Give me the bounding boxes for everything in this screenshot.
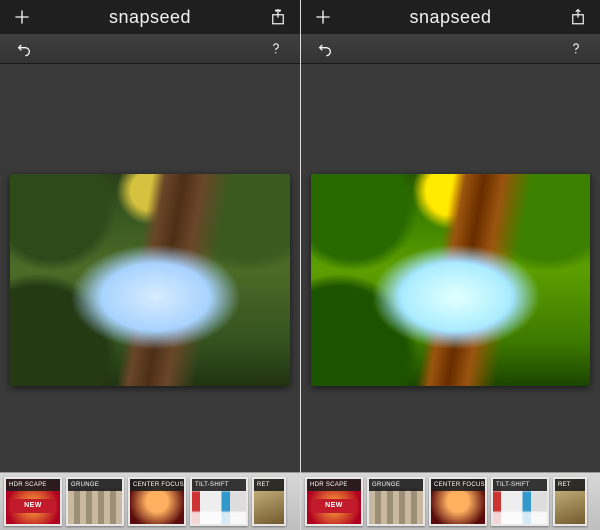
add-button[interactable]: [10, 5, 34, 29]
canvas-area[interactable]: [0, 64, 300, 530]
undo-icon: [14, 41, 34, 57]
edited-photo[interactable]: [10, 174, 290, 386]
filter-label: CENTER FOCUS: [431, 479, 485, 491]
undo-icon: [315, 41, 335, 57]
undo-button[interactable]: [313, 37, 337, 61]
filter-label: RET: [254, 479, 284, 491]
second-bar: [301, 34, 600, 64]
filter-strip[interactable]: HDR SCAPE NEW GRUNGE CENTER FOCUS TILT-SHIFT…: [301, 472, 600, 530]
filter-label: TILT-SHIFT: [192, 479, 246, 491]
share-icon: [269, 8, 287, 26]
filter-label: HDR SCAPE: [307, 479, 361, 491]
second-bar: [0, 34, 300, 64]
help-icon: [269, 40, 283, 58]
canvas-area[interactable]: [301, 64, 600, 530]
help-button[interactable]: [264, 37, 288, 61]
top-bar: snapseed: [0, 0, 300, 34]
filter-label: RET: [555, 479, 585, 491]
filter-strip[interactable]: HDR SCAPE NEW GRUNGE CENTER FOCUS TILT-SHIFT…: [0, 472, 300, 530]
help-icon: [569, 40, 583, 58]
pane-right: snapseed HDR SCAPE NEW GRUNGE CENTER FOCUS T…: [300, 0, 600, 530]
filter-label: CENTER FOCUS: [130, 479, 184, 491]
new-badge: NEW: [311, 499, 357, 513]
plus-icon: [313, 7, 333, 27]
filter-label: GRUNGE: [68, 479, 122, 491]
undo-button[interactable]: [12, 37, 36, 61]
filter-tile-retro[interactable]: RET: [252, 477, 286, 526]
filter-tile-tilt[interactable]: TILT-SHIFT: [491, 477, 549, 526]
filter-tile-retro[interactable]: RET: [553, 477, 587, 526]
filter-tile-center[interactable]: CENTER FOCUS: [429, 477, 487, 526]
new-badge: NEW: [10, 499, 56, 513]
filter-tile-hdr[interactable]: HDR SCAPE NEW: [4, 477, 62, 526]
filter-tile-grunge[interactable]: GRUNGE: [367, 477, 425, 526]
pane-left: snapseed HDR SCAPE NEW GRUNGE CENTER FOCUS T…: [0, 0, 300, 530]
edited-photo[interactable]: [311, 174, 590, 386]
plus-icon: [12, 7, 32, 27]
app-title: snapseed: [34, 7, 266, 28]
filter-tile-hdr[interactable]: HDR SCAPE NEW: [305, 477, 363, 526]
share-button[interactable]: [566, 5, 590, 29]
top-bar: snapseed: [301, 0, 600, 34]
share-button[interactable]: [266, 5, 290, 29]
help-button[interactable]: [564, 37, 588, 61]
filter-label: HDR SCAPE: [6, 479, 60, 491]
add-button[interactable]: [311, 5, 335, 29]
app-title: snapseed: [335, 7, 566, 28]
filter-label: GRUNGE: [369, 479, 423, 491]
filter-tile-tilt[interactable]: TILT-SHIFT: [190, 477, 248, 526]
filter-tile-center[interactable]: CENTER FOCUS: [128, 477, 186, 526]
share-icon: [569, 8, 587, 26]
filter-label: TILT-SHIFT: [493, 479, 547, 491]
filter-tile-grunge[interactable]: GRUNGE: [66, 477, 124, 526]
